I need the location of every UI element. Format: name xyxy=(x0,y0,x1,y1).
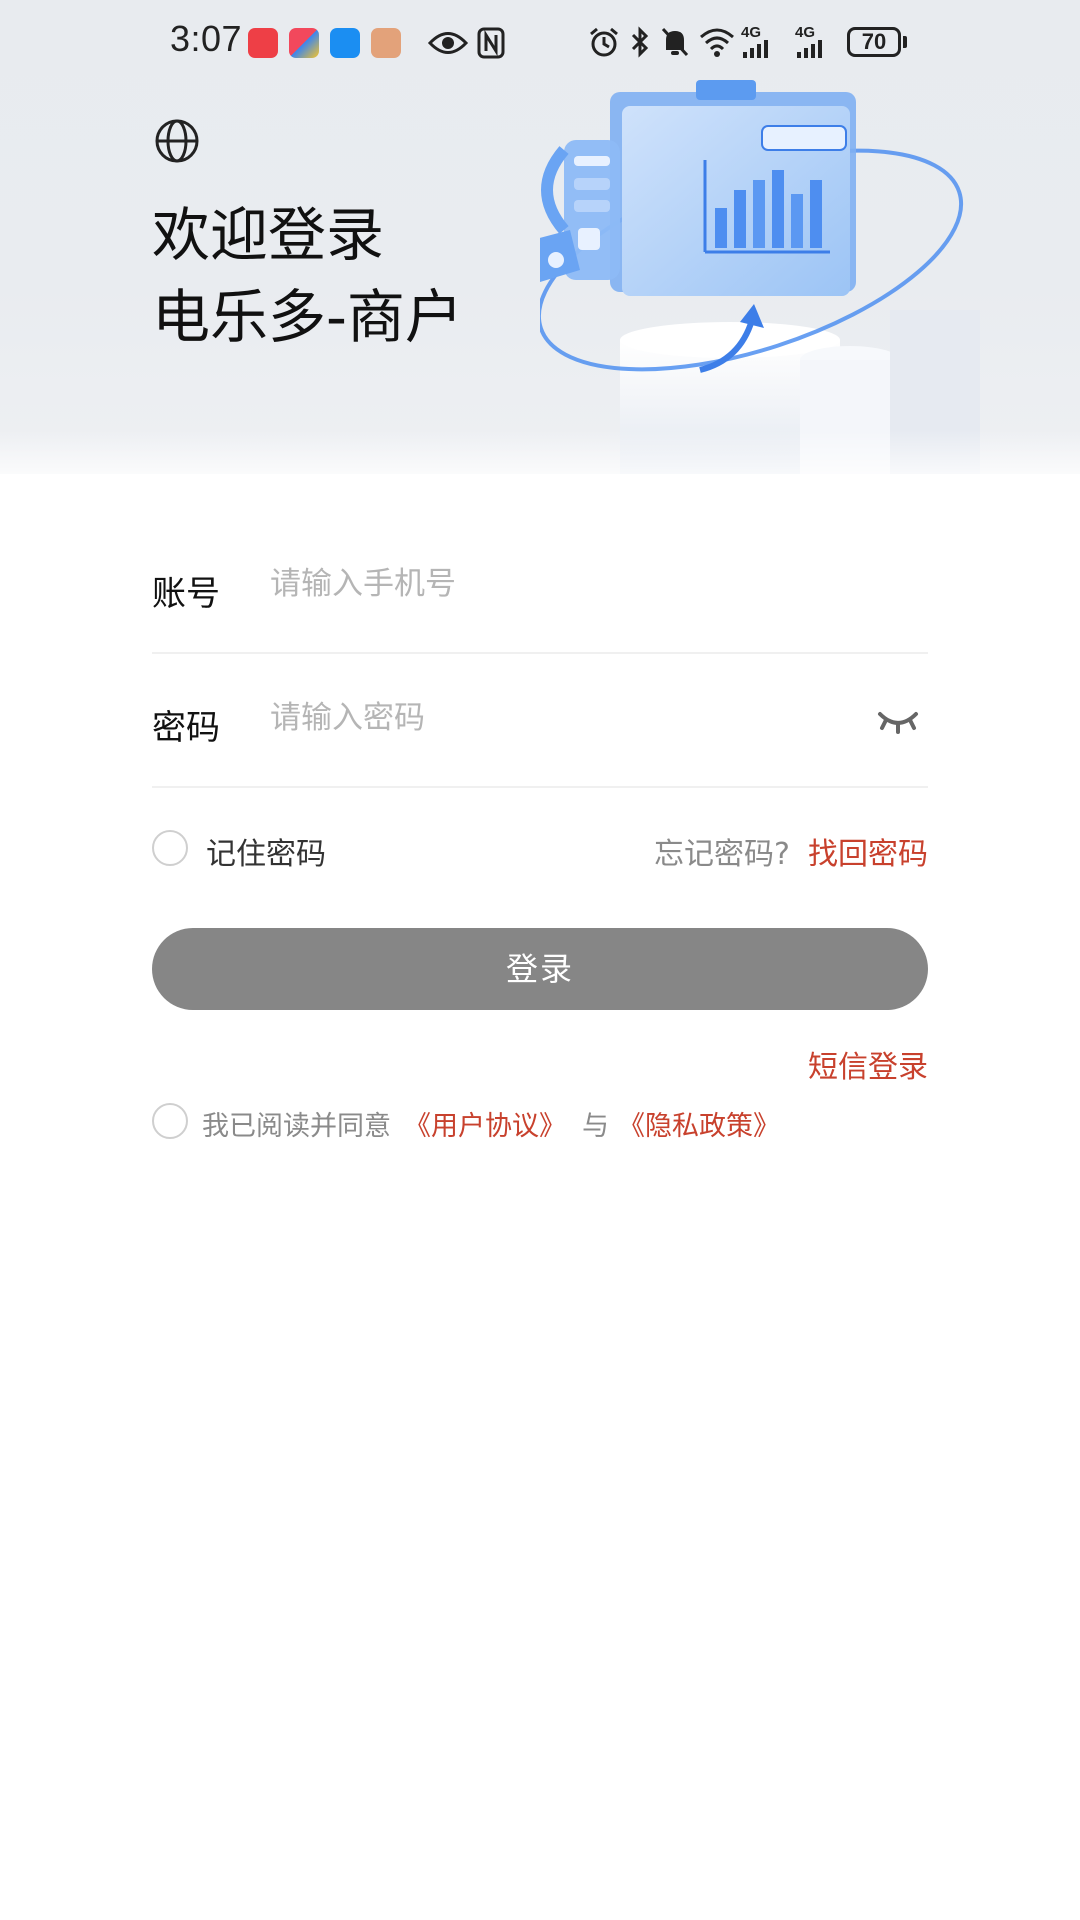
welcome-title: 欢迎登录 xyxy=(152,201,385,269)
status-time: 3:07 xyxy=(170,18,243,59)
hero-fade xyxy=(0,430,1080,474)
user-agreement-link[interactable]: 《用户协议》 xyxy=(404,1104,566,1143)
message-icon xyxy=(330,28,360,58)
privacy-policy-link[interactable]: 《隐私政策》 xyxy=(618,1104,780,1143)
remember-checkbox[interactable] xyxy=(152,830,188,866)
eye-icon xyxy=(428,32,468,54)
account-label: 账号 xyxy=(152,574,220,614)
nfc-icon xyxy=(477,27,505,59)
account-row: 账号 xyxy=(152,518,928,654)
brand-title: 电乐多-商户 xyxy=(152,283,463,351)
huawei-store-icon xyxy=(248,28,278,58)
bluetooth-icon xyxy=(631,26,649,58)
game-app-icon xyxy=(289,28,319,58)
login-page: 3:07 4G 4G 70 欢迎登录 电乐多-商户 账号 请输入手机号 密码 记… xyxy=(0,0,1080,1920)
agreement-and: 与 xyxy=(582,1111,609,1142)
globe-icon[interactable] xyxy=(154,118,200,164)
alarm-icon xyxy=(590,27,618,57)
login-button[interactable]: 登录 xyxy=(152,928,928,1010)
sms-login-link[interactable]: 短信登录 xyxy=(808,1042,928,1086)
password-label: 密码 xyxy=(152,708,220,748)
mute-icon xyxy=(661,27,689,57)
password-row: 密码 xyxy=(152,652,928,788)
battery-icon: 70 xyxy=(847,27,901,57)
status-bar: 3:07 4G 4G 70 xyxy=(0,0,1080,84)
battery-tip xyxy=(903,36,907,48)
eye-closed-icon[interactable] xyxy=(876,706,920,736)
agreement-prefix: 我已阅读并同意 xyxy=(202,1111,391,1142)
signal-icon xyxy=(797,40,822,58)
signal-icon xyxy=(743,40,768,58)
account-input[interactable] xyxy=(270,556,830,612)
agreement-checkbox[interactable] xyxy=(152,1103,188,1139)
hero-banner: 3:07 4G 4G 70 欢迎登录 电乐多-商户 xyxy=(0,0,1080,474)
dashboard-illustration xyxy=(540,80,980,474)
wifi-icon xyxy=(700,28,734,57)
forgot-password-text: 忘记密码? xyxy=(654,837,790,872)
password-input[interactable] xyxy=(270,690,830,746)
chat-icon xyxy=(371,28,401,58)
remember-label[interactable]: 记住密码 xyxy=(206,829,326,873)
recover-password-link[interactable]: 找回密码 xyxy=(808,829,928,873)
